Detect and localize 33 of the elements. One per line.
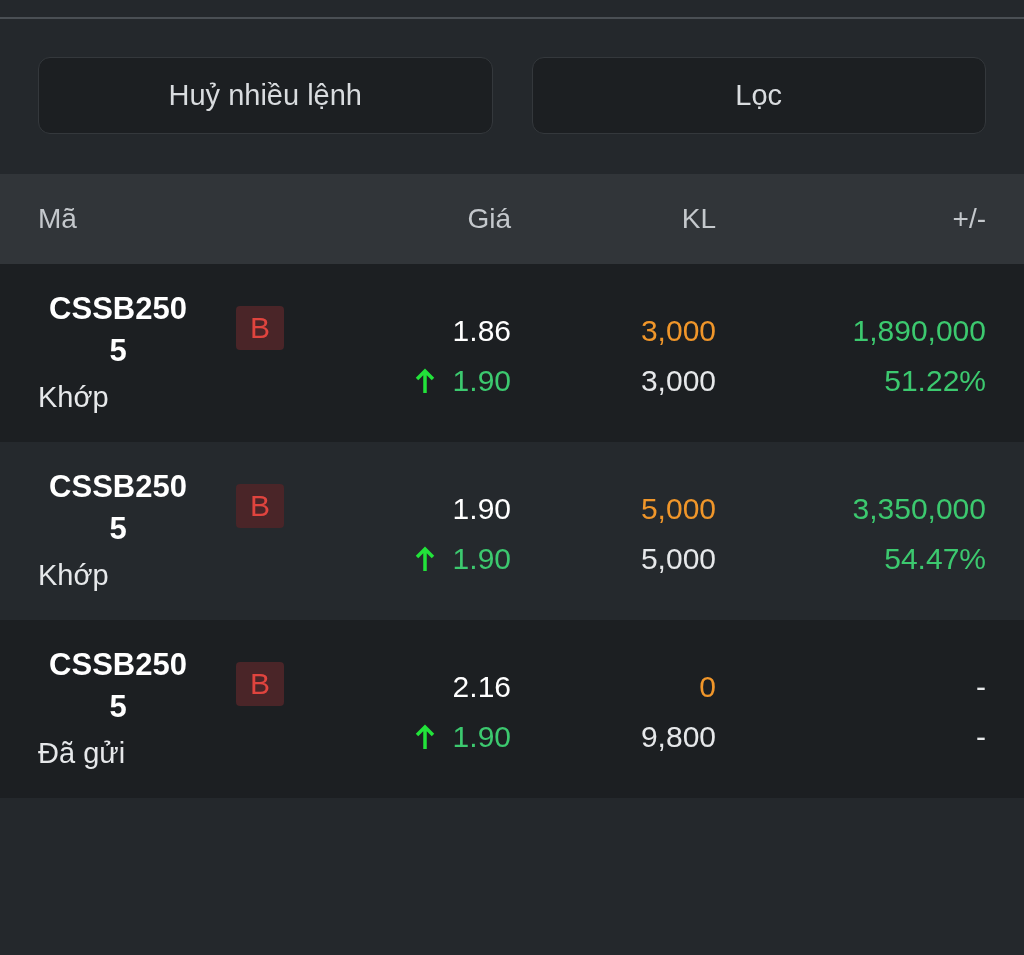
status-text: Khớp <box>38 380 110 415</box>
column-header: KL <box>680 203 716 235</box>
matched-quantity: 3,000 <box>640 363 716 399</box>
column-header: Giá <box>466 203 511 235</box>
value-text: 1,890,000 <box>852 313 986 349</box>
percent-text: - <box>976 719 986 755</box>
value-text: 3,350,000 <box>852 491 986 527</box>
order-quantity: 0 <box>699 669 716 705</box>
percent-text: 51.22% <box>884 363 986 399</box>
symbol-text: CSSB2505 <box>48 290 188 370</box>
value-text: - <box>976 669 986 705</box>
column-header: Mã <box>38 203 78 235</box>
match-price: 1.90 <box>452 719 511 755</box>
percent-text: 54.47% <box>884 541 986 577</box>
column-header: +/- <box>951 203 986 235</box>
action-button[interactable]: Lọc <box>531 57 986 134</box>
order-quantity: 3,000 <box>640 313 716 349</box>
status-text: Đã gửi <box>38 736 127 771</box>
order-price: 1.86 <box>452 313 511 349</box>
match-price: 1.90 <box>452 541 511 577</box>
matched-quantity: 5,000 <box>640 541 716 577</box>
symbol-text: CSSB2505 <box>48 646 188 726</box>
matched-quantity: 9,800 <box>640 719 716 755</box>
order-price: 1.90 <box>452 491 511 527</box>
side-badge: B <box>236 306 284 350</box>
side-badge: B <box>236 484 284 528</box>
status-text: Khớp <box>38 558 110 593</box>
match-price: 1.90 <box>452 363 511 399</box>
symbol-text: CSSB2505 <box>48 468 188 548</box>
order-quantity: 5,000 <box>640 491 716 527</box>
side-badge: B <box>236 662 284 706</box>
order-price: 2.16 <box>452 669 511 705</box>
action-button[interactable]: Huỷ nhiều lệnh <box>38 57 493 134</box>
